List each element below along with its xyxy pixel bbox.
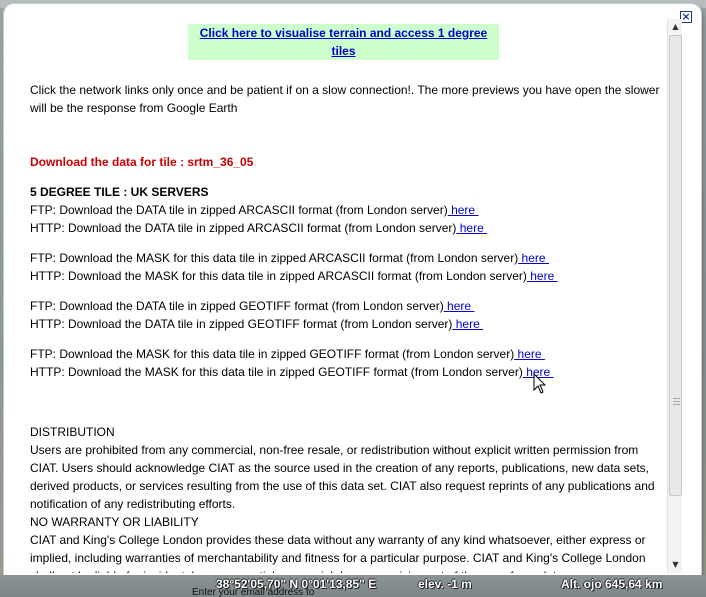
terrain-link[interactable]: Click here to visualise terrain and acce…: [194, 24, 494, 60]
balloon-content: Click here to visualise terrain and acce…: [22, 19, 668, 573]
download-label: FTP: Download the MASK for this data til…: [30, 251, 519, 265]
status-bar: 38°52'05,70" N 0°01'13,85" E elev. -1 m …: [0, 575, 706, 597]
download-label: HTTP: Download the DATA tile in zipped G…: [30, 317, 453, 331]
download-row: HTTP: Download the DATA tile in zipped A…: [30, 219, 487, 237]
elevation-readout: elev. -1 m: [418, 577, 472, 591]
distribution-heading: DISTRIBUTION: [30, 425, 115, 439]
download-row: HTTP: Download the MASK for this data ti…: [30, 267, 558, 285]
terrain-link-box: Click here to visualise terrain and acce…: [188, 24, 499, 60]
scroll-up-icon[interactable]: ▲: [669, 20, 682, 33]
download-row: HTTP: Download the MASK for this data ti…: [30, 363, 554, 381]
download-heading: Download the data for tile : srtm_36_05: [30, 155, 254, 169]
download-row: FTP: Download the MASK for this data til…: [30, 249, 549, 267]
download-link[interactable]: here: [518, 251, 549, 265]
download-link[interactable]: here: [444, 299, 475, 313]
vertical-scrollbar[interactable]: ▲ ▼: [667, 19, 682, 573]
download-label: FTP: Download the MASK for this data til…: [30, 347, 515, 361]
download-label: HTTP: Download the DATA tile in zipped A…: [30, 221, 457, 235]
download-link[interactable]: here: [452, 317, 483, 331]
download-row: FTP: Download the DATA tile in zipped AR…: [30, 201, 478, 219]
download-label: FTP: Download the DATA tile in zipped AR…: [30, 203, 448, 217]
scroll-down-icon[interactable]: ▼: [669, 558, 682, 571]
tile-heading: 5 DEGREE TILE : UK SERVERS: [30, 185, 209, 199]
download-label: HTTP: Download the MASK for this data ti…: [30, 365, 523, 379]
download-label: HTTP: Download the MASK for this data ti…: [30, 269, 527, 283]
download-label: FTP: Download the DATA tile in zipped GE…: [30, 299, 444, 313]
distribution-text: Users are prohibited from any commercial…: [30, 443, 655, 511]
warranty-heading: NO WARRANTY OR LIABILITY: [30, 515, 199, 529]
underlying-text: Enter your email address to: [192, 587, 315, 597]
download-row: FTP: Download the MASK for this data til…: [30, 345, 545, 363]
altitude-readout: Alt. ojo 645,64 km: [561, 577, 663, 591]
download-row: FTP: Download the DATA tile in zipped GE…: [30, 297, 474, 315]
grip-icon: [673, 398, 680, 405]
download-link[interactable]: here: [448, 203, 479, 217]
intro-text: Click the network links only once and be…: [30, 83, 660, 115]
download-link[interactable]: here: [527, 269, 558, 283]
download-row: HTTP: Download the DATA tile in zipped G…: [30, 315, 483, 333]
mouse-cursor-icon: [533, 373, 547, 394]
scroll-thumb[interactable]: [669, 35, 682, 496]
download-link[interactable]: here: [514, 347, 545, 361]
warranty-text: CIAT and King's College London provides …: [30, 533, 646, 573]
download-link[interactable]: here: [456, 221, 487, 235]
